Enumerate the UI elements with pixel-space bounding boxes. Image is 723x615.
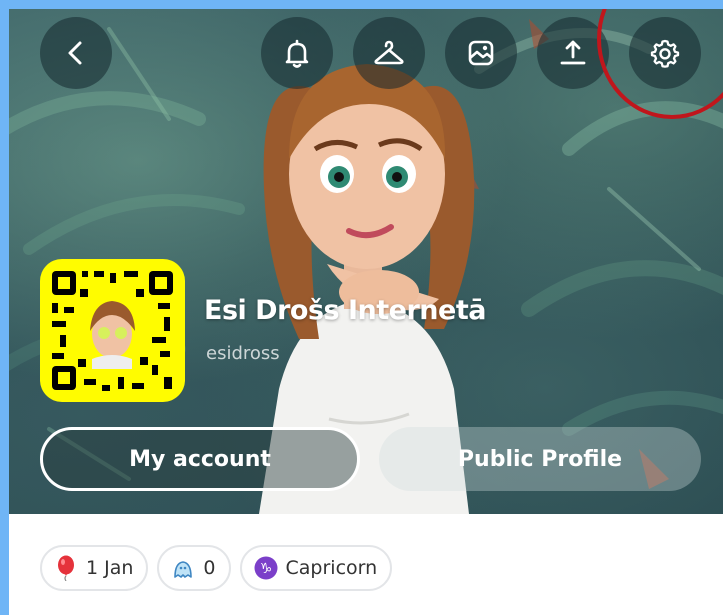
display-name: Esi Drošs Internetā	[204, 295, 486, 326]
bell-icon	[285, 39, 309, 68]
profile-info-chips: 1 Jan 0 ♑ Capricorn	[40, 545, 393, 591]
my-account-button[interactable]: My account	[40, 427, 360, 491]
username: esidross	[206, 343, 280, 364]
svg-text:♑: ♑	[259, 561, 272, 577]
photo-icon	[468, 40, 494, 66]
zodiac-chip[interactable]: ♑ Capricorn	[239, 545, 393, 591]
balloon-icon	[58, 555, 74, 581]
wardrobe-button[interactable]	[353, 17, 425, 89]
friends-icon	[174, 561, 193, 578]
birthday-chip[interactable]: 1 Jan	[40, 545, 149, 591]
back-button[interactable]	[40, 17, 112, 89]
back-icon	[68, 41, 82, 65]
share-icon	[560, 40, 586, 65]
profile-screen: Esi Drošs Internetā esidross My account …	[9, 9, 723, 615]
background-button[interactable]	[445, 17, 517, 89]
birthday-label: 1 Jan	[86, 557, 134, 579]
snapcode[interactable]	[40, 259, 185, 402]
notifications-button[interactable]	[261, 17, 333, 89]
hanger-icon	[374, 40, 404, 65]
friends-chip[interactable]: 0	[157, 545, 231, 591]
capricorn-icon: ♑	[254, 556, 278, 580]
friends-count: 0	[203, 557, 216, 579]
profile-header: Esi Drošs Internetā esidross My account …	[9, 9, 723, 514]
public-profile-button[interactable]: Public Profile	[379, 427, 701, 491]
zodiac-label: Capricorn	[285, 557, 378, 579]
